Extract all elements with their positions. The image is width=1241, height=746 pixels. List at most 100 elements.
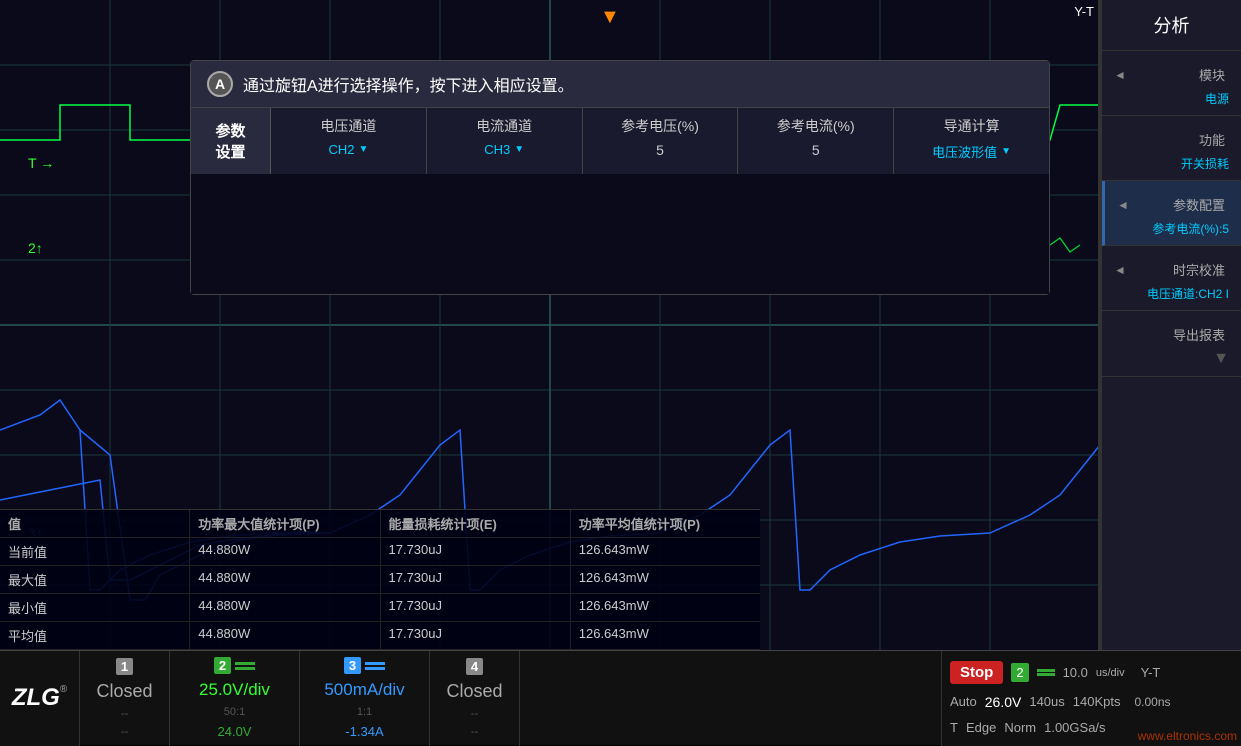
meas-h0: 值 <box>0 510 190 537</box>
dialog-header: A 通过旋钮A进行选择操作，按下进入相应设置。 <box>191 61 1049 108</box>
offset-value: 26.0V <box>985 694 1022 710</box>
ch1-section[interactable]: 1 Closed -- -- <box>80 651 170 746</box>
ch2-icon <box>235 662 255 670</box>
ch4-sub2: -- <box>471 726 478 738</box>
param-col-conduction[interactable]: 导通计算 电压波形值 ▼ <box>894 108 1049 174</box>
conduction-label: 导通计算 <box>906 116 1037 136</box>
panel-title: 分析 <box>1102 0 1241 51</box>
params-config-value: 参考电流(%):5 <box>1109 220 1237 237</box>
ch2-section[interactable]: 2 25.0V/div 50:1 24.0V <box>170 651 300 746</box>
dialog-overlay: A 通过旋钮A进行选择操作，按下进入相应设置。 参数设置 电压通道 CH2 ▼ … <box>190 60 1050 295</box>
norm-label: Norm <box>1004 720 1036 735</box>
ch4-number: 4 <box>466 658 483 675</box>
meas-r0-c3: 126.643mW <box>571 538 760 565</box>
meas-r2-c3: 126.643mW <box>571 594 760 621</box>
meas-r1-c2: 17.730uJ <box>381 566 571 593</box>
ref-current-value: 5 <box>750 142 881 158</box>
param-col-ref-voltage[interactable]: 参考电压(%) 5 <box>583 108 739 174</box>
meas-stats: 值 功率最大值统计项(P) 能量损耗统计项(E) 功率平均值统计项(P) 当前值… <box>0 509 760 650</box>
ch1-label: Closed <box>96 681 152 702</box>
ch2-number: 2 <box>214 657 231 674</box>
ch2-icon2 <box>1037 669 1055 676</box>
meas-r0-c2: 17.730uJ <box>381 538 571 565</box>
meas-r1-c1: 44.880W <box>190 566 380 593</box>
meas-row-3: 平均值 44.880W 17.730uJ 126.643mW <box>0 622 760 650</box>
meas-r1-label: 最大值 <box>0 566 190 593</box>
watermark: www.eltronics.com <box>1138 729 1237 743</box>
export-arrow-down: ▼ <box>1213 350 1229 367</box>
param-columns: 电压通道 CH2 ▼ 电流通道 CH3 ▼ 参考电压(%) <box>271 108 1049 174</box>
function-label: 功能 <box>1110 130 1233 149</box>
zlg-text: ZLG <box>12 684 60 712</box>
panel-section-calibration[interactable]: ◄ 时宗校准 电压通道:CH2 I <box>1102 246 1241 311</box>
meas-r3-c3: 126.643mW <box>571 622 760 649</box>
module-label: 模块 <box>1126 65 1233 84</box>
time-detail: 140us <box>1029 694 1064 709</box>
dialog-icon: A <box>207 71 233 97</box>
voltage-channel-label: 电压通道 <box>283 116 414 136</box>
zlg-logo: ZLG ® <box>0 651 80 746</box>
ch3-icon <box>365 662 385 670</box>
zero-ns: 0.00ns <box>1134 695 1170 709</box>
dialog-body: 参数设置 电压通道 CH2 ▼ 电流通道 CH3 ▼ <box>191 108 1049 294</box>
bottom-bar: ZLG ® 1 Closed -- -- 2 25.0V/div 50:1 24… <box>0 650 1241 745</box>
panel-section-export[interactable]: 导出报表 ▼ <box>1102 311 1241 377</box>
param-col-current[interactable]: 电流通道 CH3 ▼ <box>427 108 583 174</box>
ch3-sub: 1:1 <box>357 706 372 718</box>
panel-section-function[interactable]: 功能 开关损耗 <box>1102 116 1241 181</box>
param-col-voltage[interactable]: 电压通道 CH2 ▼ <box>271 108 427 174</box>
calibration-arrow: ◄ <box>1110 263 1126 277</box>
dialog-title: 通过旋钮A进行选择操作，按下进入相应设置。 <box>243 72 574 96</box>
right-panel: 分析 ◄ 模块 电源 功能 开关损耗 ◄ 参数配置 参考电流(%):5 ◄ 时宗… <box>1100 0 1241 650</box>
edge-label: Edge <box>966 720 996 735</box>
meas-h1: 功率最大值统计项(P) <box>190 510 380 537</box>
ch2-div-label: 25.0V/div <box>199 680 270 700</box>
conduction-dropdown-arrow: ▼ <box>1001 146 1011 157</box>
params-arrow: ◄ <box>1113 198 1129 212</box>
ch4-section[interactable]: 4 Closed -- -- <box>430 651 520 746</box>
ch2-badge: 2 <box>1011 663 1028 682</box>
sample-rate: 1.00GSa/s <box>1044 720 1105 735</box>
calibration-value: 电压通道:CH2 I <box>1106 285 1237 302</box>
ref-voltage-label: 参考电压(%) <box>595 116 726 136</box>
zlg-brand: ZLG ® <box>12 684 67 712</box>
ch2-marker: 2↑ <box>28 240 43 256</box>
trigger-mode: T <box>950 720 958 735</box>
pts-label: 140Kpts <box>1073 694 1121 709</box>
yt-label-bottom: Y-T <box>1141 665 1161 680</box>
time-value-label: 10.0 <box>1063 665 1088 680</box>
ch3-section[interactable]: 3 500mA/div 1:1 -1.34A <box>300 651 430 746</box>
ref-voltage-value: 5 <box>595 142 726 158</box>
zlg-reg: ® <box>60 684 67 695</box>
meas-r2-c2: 17.730uJ <box>381 594 571 621</box>
trigger-arrow: ▼ <box>600 6 620 29</box>
function-value: 开关损耗 <box>1106 155 1237 172</box>
conduction-value: 电压波形值 ▼ <box>906 142 1037 161</box>
ch1-number: 1 <box>116 658 133 675</box>
meas-r3-c2: 17.730uJ <box>381 622 571 649</box>
panel-section-params[interactable]: ◄ 参数配置 参考电流(%):5 <box>1102 181 1241 246</box>
current-dropdown-arrow: ▼ <box>514 144 524 155</box>
stop-button[interactable]: Stop <box>950 661 1003 684</box>
ch2-offset: 24.0V <box>218 724 252 739</box>
ch3-div-label: 500mA/div <box>324 680 404 700</box>
param-col-ref-current[interactable]: 参考电流(%) 5 <box>738 108 894 174</box>
ref-current-label: 参考电流(%) <box>750 116 881 136</box>
ch2-sub: 50:1 <box>224 706 245 718</box>
params-config-label: 参数配置 <box>1129 195 1233 214</box>
meas-r2-label: 最小值 <box>0 594 190 621</box>
meas-r0-label: 当前值 <box>0 538 190 565</box>
meas-h2: 能量损耗统计项(E) <box>381 510 571 537</box>
meas-row-0: 当前值 44.880W 17.730uJ 126.643mW <box>0 538 760 566</box>
meas-h3: 功率平均值统计项(P) <box>571 510 760 537</box>
panel-section-module[interactable]: ◄ 模块 电源 <box>1102 51 1241 116</box>
ch4-label: Closed <box>446 681 502 702</box>
auto-label: Auto <box>950 694 977 709</box>
meas-r0-c1: 44.880W <box>190 538 380 565</box>
meas-r3-label: 平均值 <box>0 622 190 649</box>
current-channel-value: CH3 ▼ <box>439 142 570 157</box>
voltage-channel-value: CH2 ▼ <box>283 142 414 157</box>
module-value: 电源 <box>1106 90 1237 107</box>
ch3-number: 3 <box>344 657 361 674</box>
export-label: 导出报表 <box>1110 325 1233 344</box>
